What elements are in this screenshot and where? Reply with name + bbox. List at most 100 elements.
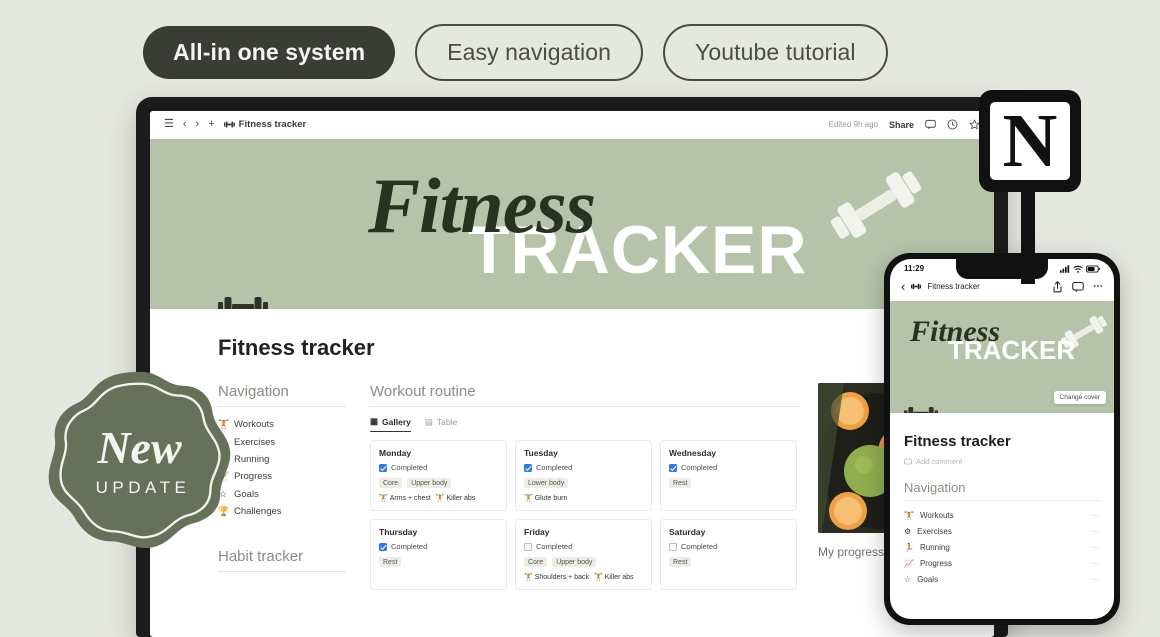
linked-page-label: Killer abs: [604, 573, 634, 581]
phone-sidebar-item-running[interactable]: 🏃 Running ⋯: [904, 540, 1100, 556]
comment-icon[interactable]: [925, 119, 936, 130]
completed-checkbox-row[interactable]: Completed: [524, 463, 643, 472]
linked-page-label: Glute burn: [534, 494, 568, 502]
clock-icon[interactable]: [947, 119, 958, 130]
table-row[interactable]: Monday Completed Core Upper body 🏋 Arms …: [370, 440, 507, 511]
completed-label: Completed: [681, 463, 718, 472]
more-options-icon[interactable]: ⋯: [1091, 543, 1100, 552]
breadcrumb[interactable]: Fitness tracker: [223, 119, 307, 130]
page-dumbbell-icon[interactable]: [218, 293, 268, 309]
linked-page[interactable]: 🏋 Shoulders + back: [524, 573, 589, 582]
completed-checkbox-row[interactable]: Completed: [669, 463, 788, 472]
back-arrow-icon[interactable]: ‹: [183, 119, 187, 130]
linked-page-list: 🏋 Arms + chest 🏋 Killer abs: [379, 494, 498, 503]
completed-label: Completed: [681, 542, 718, 551]
phone-page-dumbbell-icon[interactable]: [904, 404, 938, 413]
notion-logo: N: [977, 88, 1085, 289]
phone-page-body: Fitness tracker Add comment Navigation 🏋…: [890, 413, 1114, 587]
linked-page[interactable]: 🏋 Arms + chest: [379, 494, 431, 503]
change-cover-button[interactable]: Change cover: [1053, 391, 1106, 404]
card-day-label: Monday: [379, 448, 412, 458]
phone-cover-script-word: Fitness: [910, 315, 1001, 348]
table-row[interactable]: Friday Completed Core Upper body 🏋 Shoul…: [515, 519, 652, 590]
tab-label: Table: [436, 417, 458, 427]
tab-table[interactable]: ▤ Table: [425, 416, 457, 432]
menu-icon[interactable]: ☰: [164, 119, 174, 130]
linked-page[interactable]: 🏋 Killer abs: [594, 573, 634, 582]
completed-checkbox-row[interactable]: Completed: [524, 542, 643, 551]
linked-page[interactable]: 🏋 Glute burn: [524, 494, 568, 503]
table-row[interactable]: Tuesday Completed Lower body 🏋 Glute bur…: [515, 440, 652, 511]
completed-checkbox[interactable]: [379, 463, 387, 472]
phone-sidebar-item-progress[interactable]: 📈 Progress ⋯: [904, 555, 1100, 571]
add-comment-button[interactable]: Add comment: [904, 457, 1100, 466]
breadcrumb-label: Fitness tracker: [238, 119, 307, 130]
phone-sidebar-item-label: Goals: [917, 574, 939, 584]
status-badge: Upper body: [407, 478, 452, 488]
pill-all-in-one-system[interactable]: All-in one system: [143, 26, 396, 79]
progress-icon: 📈: [904, 558, 914, 568]
phone-sidebar-item-label: Progress: [919, 558, 952, 568]
share-button[interactable]: Share: [889, 120, 914, 130]
pill-youtube-tutorial[interactable]: Youtube tutorial: [663, 24, 888, 81]
completed-checkbox-row[interactable]: Completed: [379, 542, 498, 551]
more-options-icon[interactable]: ⋯: [1091, 511, 1100, 520]
status-badge: Core: [524, 557, 548, 567]
notion-page-body: Fitness tracker Navigation 🏋 Workouts ⚙ …: [150, 309, 994, 621]
page-cover: Fitness TRACKER: [150, 139, 994, 309]
more-options-icon[interactable]: ⋯: [1091, 527, 1100, 536]
more-options-icon[interactable]: ⋯: [1091, 575, 1100, 584]
tab-gallery[interactable]: ▦ Gallery: [370, 416, 411, 432]
completed-checkbox-row[interactable]: Completed: [669, 542, 788, 551]
phone-back-icon[interactable]: ‹: [901, 279, 905, 294]
completed-label: Completed: [536, 542, 573, 551]
status-badge: Rest: [669, 478, 692, 488]
sidebar-item-label: Exercises: [234, 436, 276, 448]
phone-sidebar-item-workouts[interactable]: 🏋 Workouts ⋯: [904, 508, 1100, 524]
phone-title: Fitness tracker: [904, 433, 1011, 450]
status-badge: Rest: [669, 557, 692, 567]
completed-checkbox[interactable]: [524, 542, 532, 551]
forward-arrow-icon[interactable]: ›: [196, 119, 200, 130]
phone-sidebar-item-exercises[interactable]: ⚙ Exercises ⋯: [904, 524, 1100, 540]
completed-checkbox[interactable]: [524, 463, 532, 472]
completed-checkbox[interactable]: [379, 542, 387, 551]
completed-label: Completed: [391, 542, 428, 551]
completed-checkbox[interactable]: [669, 463, 677, 472]
card-day-label: Friday: [524, 527, 550, 537]
completed-checkbox-row[interactable]: Completed: [379, 463, 498, 472]
card-day-label: Saturday: [669, 527, 706, 537]
completed-label: Completed: [391, 463, 428, 472]
linked-page-label: Killer abs: [446, 494, 476, 502]
phone-screen: 11:29 ‹ Fitness tracker ⋯ Fitness TRACKE…: [890, 259, 1114, 619]
tag-list: Rest: [379, 557, 498, 567]
table-row[interactable]: Wednesday Completed Rest: [660, 440, 797, 511]
table-row[interactable]: Saturday Completed Rest: [660, 519, 797, 590]
laptop-mockup: ☰ ‹ › + Fitness tracker Edited 9h ago Sh…: [136, 97, 1008, 637]
notion-logo-svg: N: [979, 90, 1081, 284]
more-options-icon[interactable]: ⋯: [1091, 559, 1100, 568]
tag-list: Lower body: [524, 478, 643, 488]
plus-icon[interactable]: +: [208, 119, 214, 130]
phone-sidebar-item-goals[interactable]: ☆ Goals ⋯: [904, 571, 1100, 587]
workouts-icon: 🏋: [904, 511, 914, 521]
tag-list: Core Upper body: [379, 478, 498, 488]
more-options-icon[interactable]: ⋯: [1093, 281, 1103, 292]
workout-card-grid: Monday Completed Core Upper body 🏋 Arms …: [370, 440, 800, 590]
status-badge: Lower body: [524, 478, 569, 488]
feature-pill-row: All-in one system Easy navigation Youtub…: [143, 24, 888, 81]
divider: [370, 406, 800, 407]
dumbbell-icon: 🏋: [379, 495, 388, 502]
notion-logo-letter: N: [1003, 99, 1058, 183]
table-row[interactable]: Thursday Completed Rest: [370, 519, 507, 590]
completed-checkbox[interactable]: [669, 542, 677, 551]
dumbbell-icon: 🏋: [524, 574, 533, 581]
status-badge: Rest: [379, 557, 402, 567]
page-title: Fitness tracker: [218, 335, 375, 360]
pill-easy-navigation[interactable]: Easy navigation: [415, 24, 644, 81]
linked-page[interactable]: 🏋 Killer abs: [436, 494, 476, 503]
tag-list: Rest: [669, 557, 788, 567]
goals-icon: ☆: [904, 574, 912, 584]
add-comment-label: Add comment: [916, 457, 963, 466]
database-view-tabs: ▦ Gallery ▤ Table: [370, 416, 800, 432]
